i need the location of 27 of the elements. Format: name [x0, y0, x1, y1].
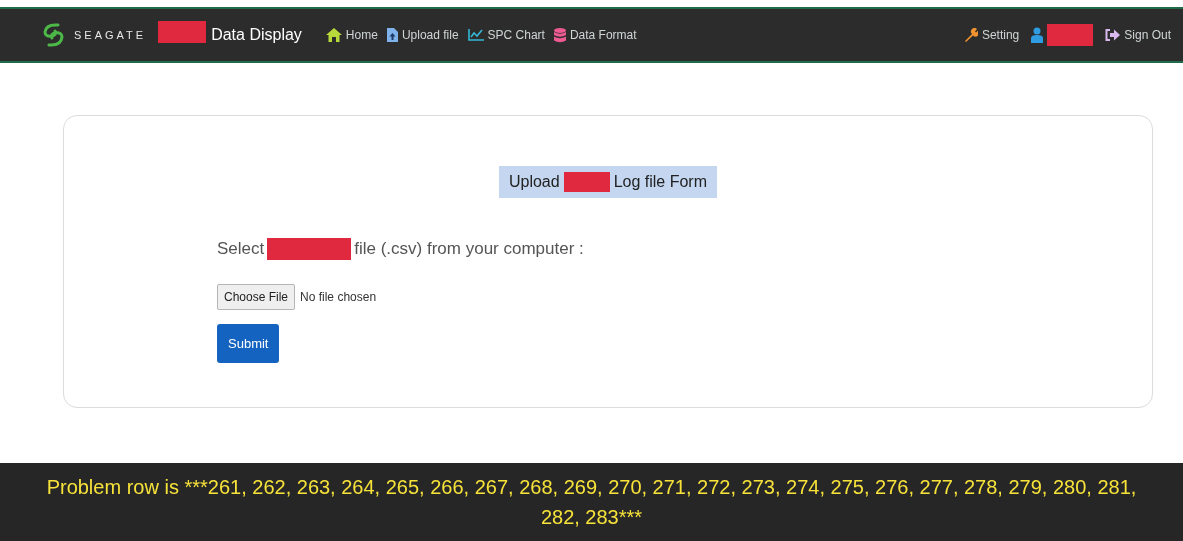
choose-file-button[interactable]: Choose File [217, 283, 296, 310]
nav-link[interactable] [1031, 24, 1094, 46]
form-title-start: Upload [508, 172, 560, 192]
file-status: No file chosen [300, 288, 377, 306]
wrench-icon [963, 28, 978, 42]
chart-icon [467, 29, 484, 41]
prompt-text-start: Select [217, 238, 265, 260]
nav-link[interactable]: SPC Chart [467, 26, 545, 44]
submit-button[interactable]: Submit [217, 323, 280, 363]
nav-link[interactable]: Data Format [553, 26, 637, 44]
redaction-block [563, 172, 610, 192]
file-upload-icon [386, 28, 398, 42]
home-icon [325, 28, 342, 42]
prompt-text-end: file (.csv) from your computer : [354, 238, 584, 260]
form-title-end: Log file Form [613, 172, 708, 192]
user-icon [1031, 27, 1044, 43]
brand-title: Data Display [211, 25, 302, 45]
nav-link[interactable]: Home [325, 26, 378, 44]
database-icon [553, 27, 566, 43]
logo-text: SEAGATE [74, 27, 147, 43]
redaction-block [1047, 24, 1094, 46]
redaction-block [158, 20, 207, 43]
sign-out-icon [1105, 29, 1121, 41]
nav-link[interactable]: Sign Out [1105, 26, 1171, 44]
problem-row-message: Problem row is ***261, 262, 263, 264, 265, 266, 267, 268, 269, 270, 271, 272, 273, 274, 275, 276, 277, 278, 279, 280, 281, 282, 283*** [45, 475, 1138, 530]
nav-link[interactable]: Upload file [386, 26, 459, 44]
nav-link[interactable]: Setting [963, 26, 1020, 44]
